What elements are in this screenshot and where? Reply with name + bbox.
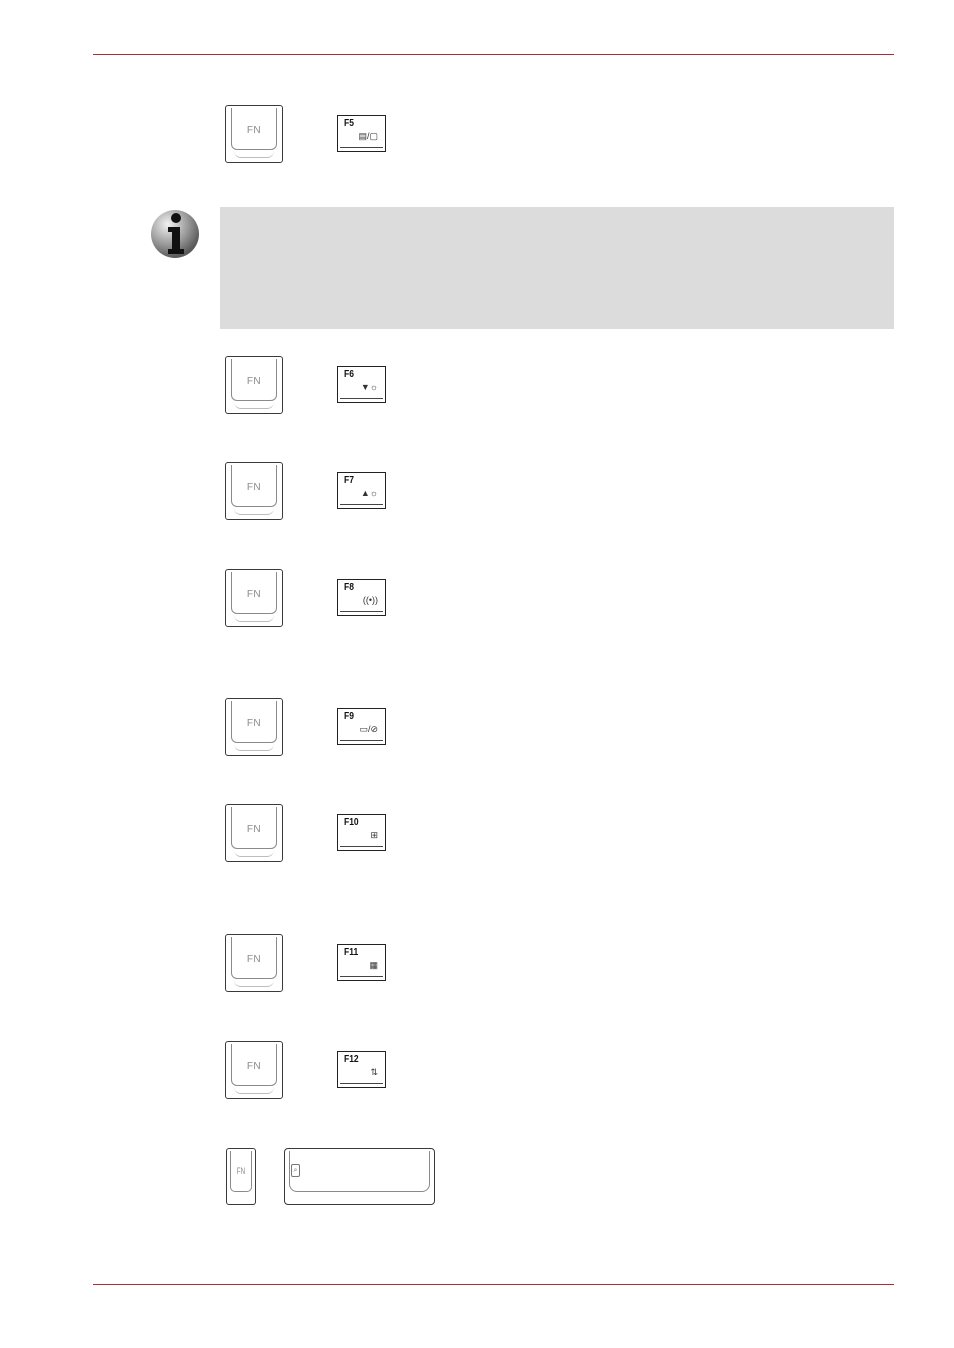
hotkey-row-f5: FN F5 ▤/▢ xyxy=(0,105,954,169)
numeric-mode-icon: ▦ xyxy=(369,960,378,970)
display-switch-icon: ▤/▢ xyxy=(358,131,378,141)
brightness-up-icon: ▲☼ xyxy=(360,488,378,498)
header-rule xyxy=(93,54,894,55)
fn-key: FN xyxy=(225,356,283,414)
f6-key-label: F6 xyxy=(344,369,354,380)
hotkey-row-f6: FN F6 ▼☼ xyxy=(0,356,954,420)
fn-key-label: FN xyxy=(246,824,262,835)
f10-key: F10 ⊞ xyxy=(337,814,386,851)
fn-key-label: FN xyxy=(246,125,262,136)
fn-key-small: FN xyxy=(226,1148,256,1205)
f7-key-label: F7 xyxy=(344,475,354,486)
f9-key: F9 ▭/⊘ xyxy=(337,708,386,745)
f8-key: F8 ((•)) xyxy=(337,579,386,616)
hotkey-row-f11: FN F11 ▦ xyxy=(0,934,954,998)
fn-key: FN xyxy=(225,105,283,163)
space-key: ⌕ xyxy=(284,1148,435,1205)
fn-key-label: FN xyxy=(246,589,262,600)
note-box xyxy=(220,207,894,329)
fn-key-small-label: FN xyxy=(236,1166,246,1176)
hotkey-row-f9: FN F9 ▭/⊘ xyxy=(0,698,954,762)
f5-key-label: F5 xyxy=(344,118,354,129)
f12-key: F12 ⇅ xyxy=(337,1051,386,1088)
zoom-icon: ⌕ xyxy=(291,1164,300,1177)
fn-key: FN xyxy=(225,698,283,756)
f11-key: F11 ▦ xyxy=(337,944,386,981)
fn-key: FN xyxy=(225,569,283,627)
f8-key-label: F8 xyxy=(344,582,354,593)
brightness-down-icon: ▼☼ xyxy=(360,382,378,392)
hotkey-row-f12: FN F12 ⇅ xyxy=(0,1041,954,1105)
fn-key: FN xyxy=(225,804,283,862)
f11-key-label: F11 xyxy=(344,947,359,958)
fn-key-label: FN xyxy=(246,718,262,729)
fn-key: FN xyxy=(225,462,283,520)
fn-key-label: FN xyxy=(246,954,262,965)
f7-key: F7 ▲☼ xyxy=(337,472,386,509)
touchpad-toggle-icon: ▭/⊘ xyxy=(359,724,378,734)
arrow-mode-icon: ⊞ xyxy=(370,830,378,840)
hotkey-row-f8: FN F8 ((•)) xyxy=(0,569,954,633)
scroll-lock-icon: ⇅ xyxy=(370,1067,378,1077)
footer-rule xyxy=(93,1284,894,1285)
f12-key-label: F12 xyxy=(344,1054,359,1065)
f5-key: F5 ▤/▢ xyxy=(337,115,386,152)
fn-key: FN xyxy=(225,934,283,992)
fn-key: FN xyxy=(225,1041,283,1099)
f6-key: F6 ▼☼ xyxy=(337,366,386,403)
f10-key-label: F10 xyxy=(344,817,359,828)
fn-key-label: FN xyxy=(246,376,262,387)
hotkey-row-f7: FN F7 ▲☼ xyxy=(0,462,954,526)
fn-key-label: FN xyxy=(246,482,262,493)
info-icon xyxy=(149,207,201,263)
fn-key-label: FN xyxy=(246,1061,262,1072)
hotkey-row-f10: FN F10 ⊞ xyxy=(0,804,954,868)
wireless-icon: ((•)) xyxy=(362,595,378,605)
f9-key-label: F9 xyxy=(344,711,354,722)
